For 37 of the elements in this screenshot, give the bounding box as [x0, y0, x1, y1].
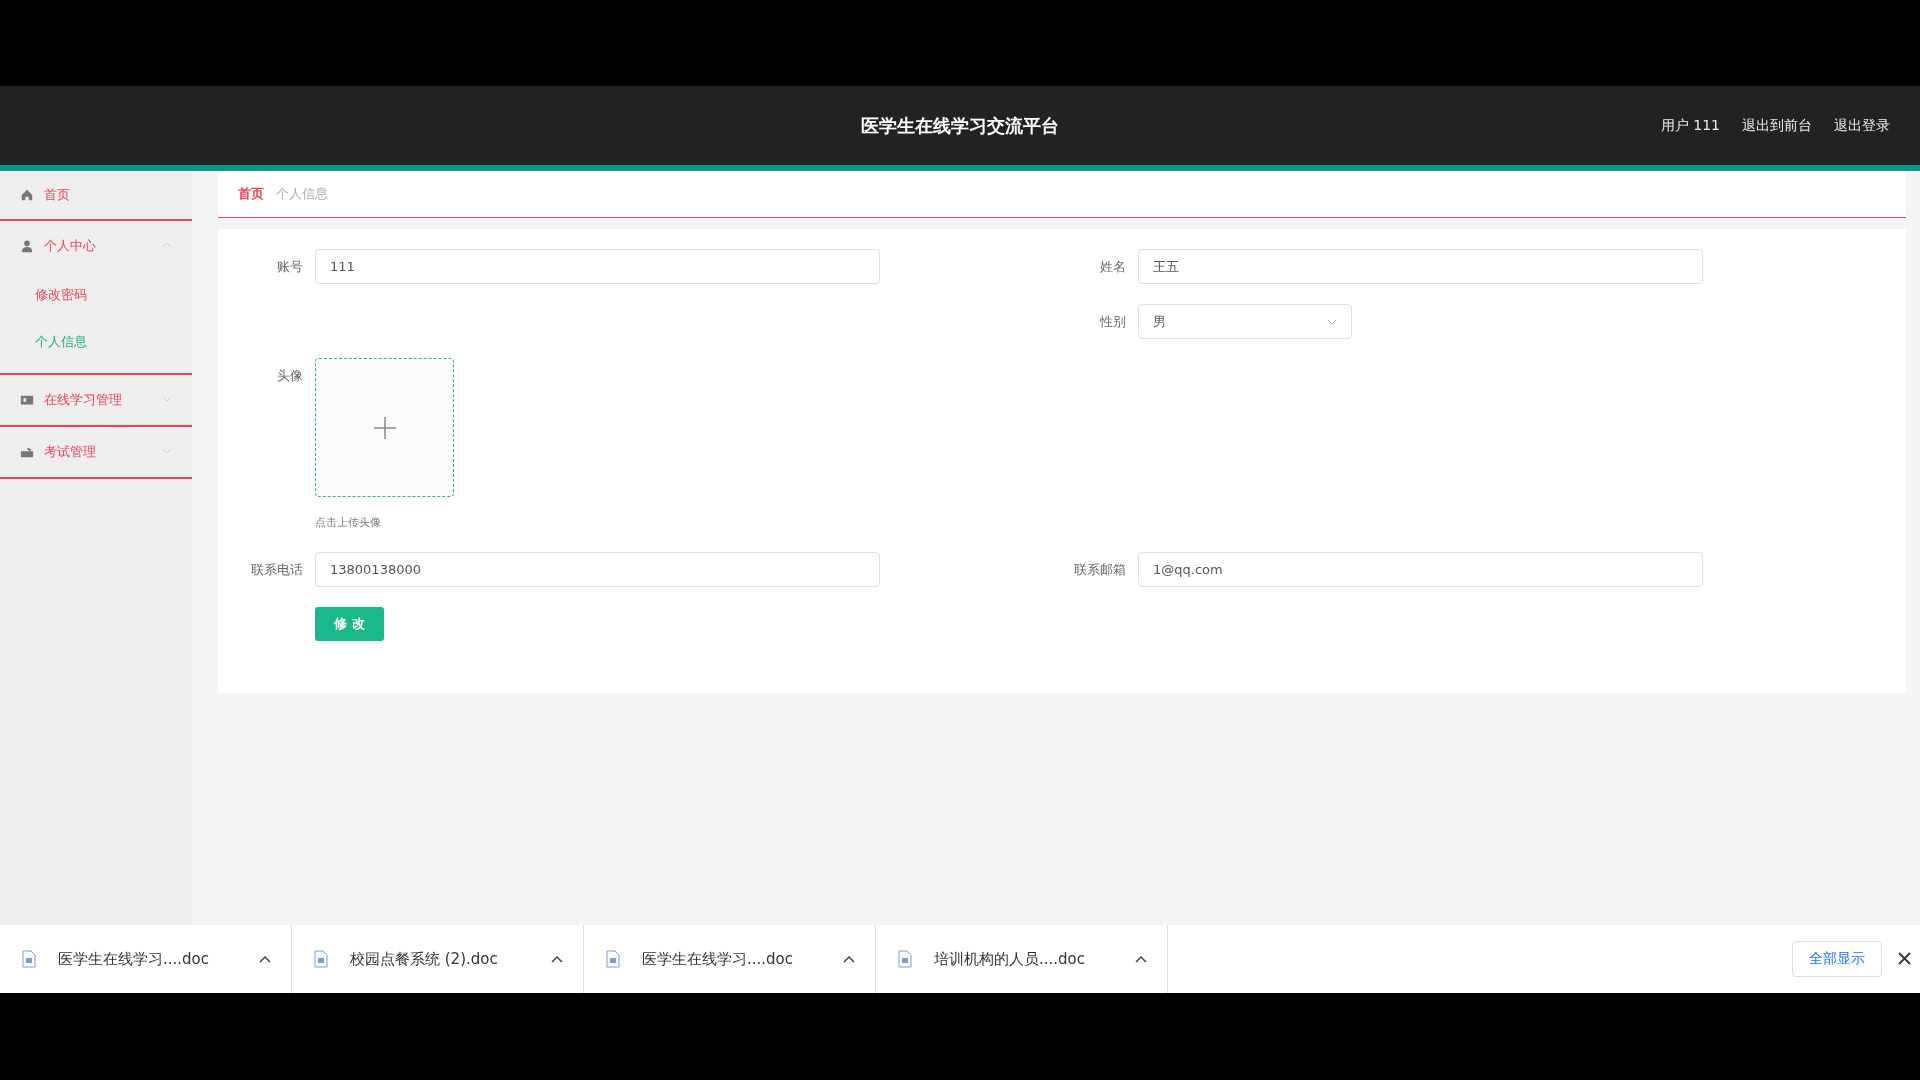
input-field[interactable]: 111 — [315, 249, 880, 284]
user-icon — [20, 239, 34, 253]
document-icon — [22, 950, 36, 968]
gender-select[interactable]: 男 — [1138, 304, 1352, 339]
field-label: 账号 — [276, 258, 304, 276]
close-icon[interactable] — [1898, 952, 1911, 965]
chevron-down-icon — [1327, 318, 1337, 325]
plus-icon — [373, 416, 396, 439]
show-all-button[interactable]: 全部显示 — [1792, 941, 1882, 977]
home-icon — [20, 188, 34, 202]
download-item[interactable]: 培训机构的人员....doc — [876, 925, 1168, 993]
document-icon — [898, 950, 912, 968]
input-field[interactable]: 13800138000 — [315, 552, 880, 587]
breadcrumb-item[interactable]: 首页 — [238, 185, 264, 203]
app-title: 医学生在线学习交流平台 — [861, 113, 1059, 138]
download-item[interactable]: 校园点餐系统 (2).doc — [292, 925, 584, 993]
field-label: 头像 — [276, 367, 304, 385]
menu-item[interactable]: 首页 — [0, 171, 192, 221]
breadcrumb-item: 个人信息 — [276, 185, 328, 203]
document-icon — [314, 950, 328, 968]
user-label: 用户 111 — [1660, 116, 1720, 135]
document-icon — [606, 950, 620, 968]
field-label: 姓名 — [1099, 258, 1127, 276]
chevron-up-icon — [551, 955, 563, 963]
download-item[interactable]: 医学生在线学习....doc — [0, 925, 292, 993]
chevron-up-icon — [259, 955, 271, 963]
header-link[interactable]: 退出到前台 — [1742, 116, 1812, 135]
chevron-up-icon — [1135, 955, 1147, 963]
field-label: 性别 — [1099, 313, 1127, 331]
download-item[interactable]: 医学生在线学习....doc — [584, 925, 876, 993]
chevron-up-icon — [843, 955, 855, 963]
field-label: 联系电话 — [250, 561, 304, 579]
input-field[interactable]: 1@qq.com — [1138, 552, 1703, 587]
header-link[interactable]: 退出登录 — [1834, 116, 1890, 135]
input-field[interactable]: 王五 — [1138, 249, 1703, 284]
upload-hint: 点击上传头像 — [315, 515, 382, 530]
field-label: 联系邮箱 — [1073, 561, 1127, 579]
